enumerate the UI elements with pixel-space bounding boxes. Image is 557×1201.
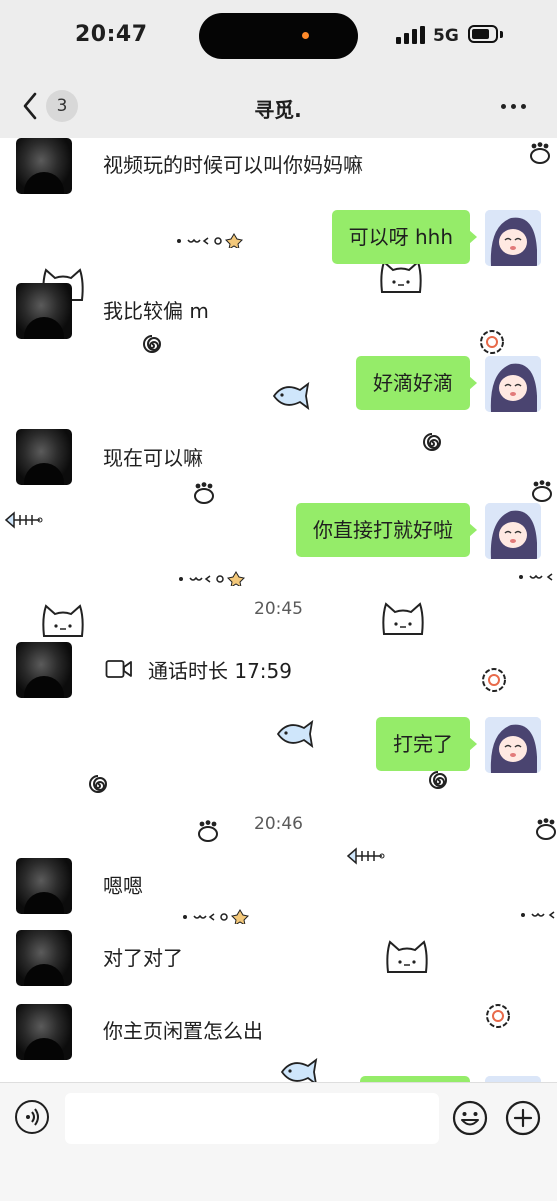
network-label: 5G [433,26,459,46]
fish-sticker-icon [276,720,314,748]
signal-icon [396,26,425,44]
call-duration[interactable]: 通话时长 17:59 [148,657,292,685]
more-icon[interactable] [500,96,528,116]
avatar-illustration-icon [485,356,541,412]
timestamp: 20:46 [254,814,303,834]
plus-icon[interactable] [505,1100,541,1136]
indicator-dot [302,32,309,39]
message-text: 嗯嗯 [103,874,143,898]
spiral-icon [143,335,162,353]
dots-icon [521,911,555,919]
battery-icon [468,25,498,43]
message-text: 视频玩的时候可以叫你妈妈嘛 [103,153,363,177]
avatar[interactable] [16,1004,72,1060]
avatar[interactable] [16,930,72,986]
flower-icon [486,1004,510,1028]
message-bubble-self: 打完了 [376,717,477,771]
avatar[interactable] [485,503,541,559]
avatar-illustration-icon [485,503,541,559]
message-text: 我比较偏 m [103,299,209,323]
emoji-icon[interactable] [452,1100,488,1136]
message-bubble-self: 好滴好滴 [356,356,477,410]
message-bubble-self: 你直接打就好啦 [296,503,477,557]
avatar[interactable] [16,642,72,698]
spiral-icon [423,433,442,451]
message-text: 对了对了 [103,946,183,970]
status-time: 20:47 [75,22,148,47]
avatar[interactable] [485,356,541,412]
avatar[interactable] [485,717,541,773]
spiral-icon [89,775,108,793]
unread-badge: 3 [46,90,78,122]
avatar-illustration-icon [485,717,541,773]
video-call-icon [105,660,132,678]
avatar[interactable] [485,210,541,266]
avatar[interactable] [16,858,72,914]
avatar[interactable] [16,138,72,194]
fish-sticker-icon [272,382,310,410]
chat-area[interactable]: 视频玩的时候可以叫你妈妈嘛 可以呀 hhh 我比较偏 m 好滴好滴 现在可以嘛 … [0,138,557,1082]
paw-icon [532,480,552,502]
avatar[interactable] [16,283,72,339]
flower-icon [480,330,504,354]
voice-icon [26,1108,39,1126]
cat-sticker-icon [386,940,428,973]
message-bubble-self: 可以呀 hhh [331,210,478,264]
chevron-left-icon [23,92,37,120]
dots-icon [179,571,246,586]
message-input[interactable] [65,1093,439,1144]
timestamp: 20:45 [254,599,303,619]
avatar-illustration-icon [485,210,541,266]
fish-bone-icon [4,511,43,529]
message-text: 现在可以嘛 [103,446,203,470]
fish-sticker-icon [280,1058,318,1082]
back-button[interactable]: 3 [22,90,84,122]
dots-icon [177,233,244,248]
paw-icon [530,142,550,164]
message-text: 你主页闲置怎么出 [103,1019,263,1043]
dynamic-island [199,13,358,59]
dots-icon [519,573,553,581]
avatar[interactable] [16,429,72,485]
spiral-icon [429,771,448,789]
chat-title: 寻觅. [254,98,302,122]
flower-icon [482,668,506,692]
paw-icon [194,482,214,504]
voice-button[interactable] [15,1100,49,1134]
dots-icon [183,909,250,924]
fish-bone-icon [346,847,385,865]
